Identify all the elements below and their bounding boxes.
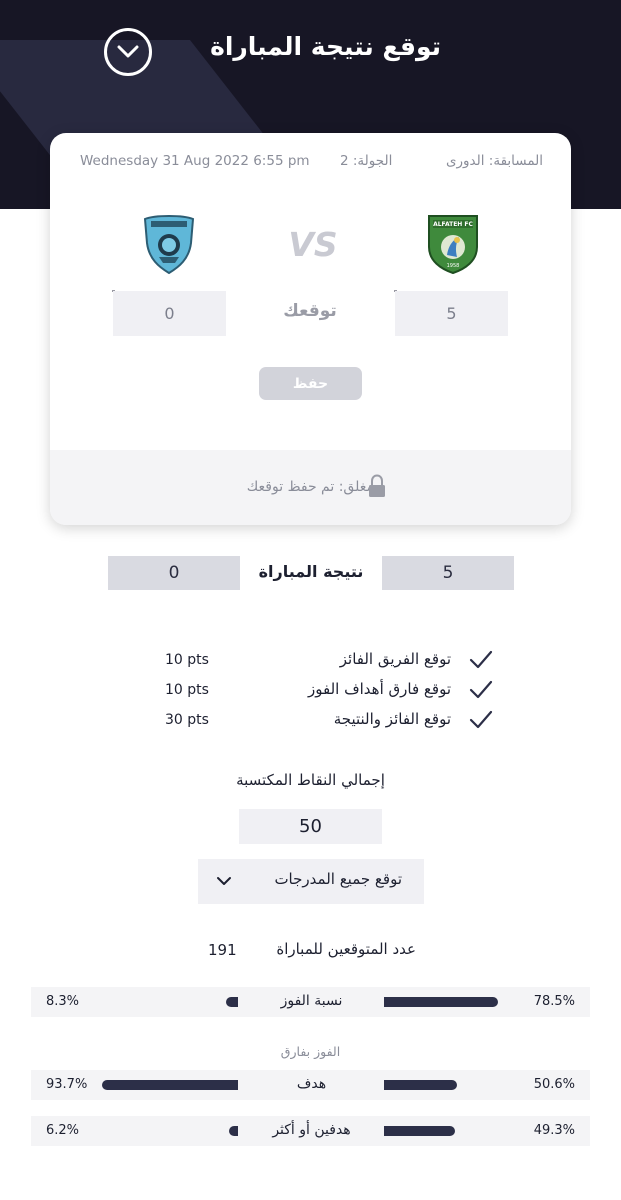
check-icon: [469, 650, 493, 669]
predictors-count-row: عدد المتوقعين للمباراة 191: [0, 940, 621, 962]
criteria-item-exact-score: توقع الفائز والنتيجة 30 pts: [0, 708, 621, 732]
match-result-row: 5 نتيجة المباراة 0: [0, 556, 621, 590]
page-title: توقع نتيجة المباراة: [210, 32, 441, 61]
two-plus-label: هدفين أو أكثر: [272, 1122, 351, 1138]
lock-icon: [369, 474, 385, 497]
home-win-bar: [384, 997, 498, 1007]
away-two-plus-bar: [229, 1126, 238, 1136]
vs-label: VS: [288, 225, 338, 264]
predict-all-stands-dropdown[interactable]: توقع جميع المدرجات: [198, 859, 424, 904]
home-score-input[interactable]: 5: [395, 291, 508, 336]
match-round: الجولة: 2: [340, 153, 393, 169]
criteria-label: توقع الفريق الفائز: [339, 650, 451, 668]
collapse-button[interactable]: [104, 28, 152, 76]
one-goal-margin-row: 93.7% هدف 50.6%: [31, 1070, 590, 1100]
home-two-plus-bar: [384, 1126, 455, 1136]
criteria-label: توقع فارق أهداف الفوز: [308, 680, 451, 698]
match-datetime: Wednesday 31 Aug 2022 6:55 pm: [80, 153, 310, 169]
result-home-score: 5: [382, 556, 514, 590]
total-points-value: 50: [239, 809, 382, 844]
svg-text:ALFATEH FC: ALFATEH FC: [433, 221, 473, 228]
check-icon: [469, 710, 493, 729]
chevron-down-icon: [217, 877, 231, 885]
match-card: Wednesday 31 Aug 2022 6:55 pm الجولة: 2 …: [50, 133, 571, 525]
away-win-pct: 8.3%: [46, 994, 80, 1009]
home-one-goal-bar: [384, 1080, 457, 1090]
result-away-score: 0: [108, 556, 240, 590]
match-competition: المسابقة: الدورى: [445, 153, 543, 169]
check-icon: [469, 680, 493, 699]
two-plus-goals-row: 6.2% هدفين أو أكثر 49.3%: [31, 1116, 590, 1146]
lock-status-bar: مغلق: تم حفظ توقعك: [50, 450, 571, 525]
criteria-points: 10 pts: [165, 652, 209, 668]
away-win-bar: [226, 997, 238, 1007]
win-ratio-row: 8.3% نسبة الفوز 78.5%: [31, 987, 590, 1017]
dropdown-label: توقع جميع المدرجات: [274, 870, 402, 888]
criteria-item-goal-difference: توقع فارق أهداف الفوز 10 pts: [0, 678, 621, 702]
your-prediction-label: توقعك: [283, 301, 337, 321]
one-goal-label: هدف: [296, 1076, 327, 1092]
lock-status-text: مغلق: تم حفظ توقعك: [246, 479, 374, 495]
match-result-label: نتيجة المباراة: [258, 562, 364, 581]
home-team-crest-icon: ALFATEH FC 1958: [428, 215, 478, 275]
away-score-input[interactable]: 0: [113, 291, 226, 336]
home-win-pct: 78.5%: [533, 994, 575, 1009]
predictors-count: 191: [208, 941, 237, 959]
away-team-crest-icon: [143, 215, 195, 275]
criteria-label: توقع الفائز والنتيجة: [333, 710, 451, 728]
win-ratio-label: نسبة الفوز: [280, 993, 343, 1009]
predictors-label: عدد المتوقعين للمباراة: [276, 940, 416, 958]
total-points-label: إجمالي النقاط المكتسبة: [236, 771, 385, 789]
svg-text:1958: 1958: [447, 263, 460, 269]
away-one-goal-bar: [102, 1080, 238, 1090]
win-margin-heading: الفوز بفارق: [280, 1044, 341, 1059]
home-one-goal-pct: 50.6%: [533, 1077, 575, 1092]
away-one-goal-pct: 93.7%: [46, 1077, 88, 1092]
save-button[interactable]: حفظ: [259, 367, 362, 400]
away-two-plus-pct: 6.2%: [46, 1123, 80, 1138]
chevron-down-icon: [117, 45, 139, 58]
criteria-item-winner: توقع الفريق الفائز 10 pts: [0, 648, 621, 672]
home-two-plus-pct: 49.3%: [533, 1123, 575, 1138]
criteria-points: 30 pts: [165, 712, 209, 728]
criteria-points: 10 pts: [165, 682, 209, 698]
